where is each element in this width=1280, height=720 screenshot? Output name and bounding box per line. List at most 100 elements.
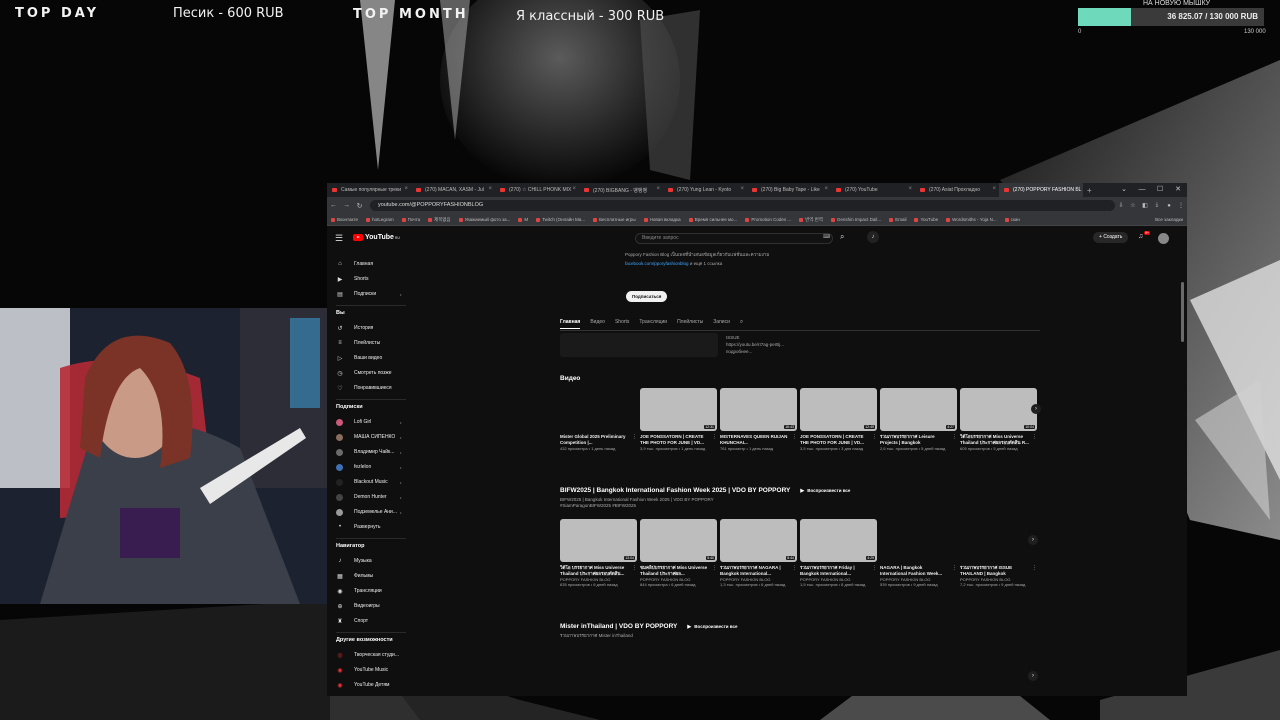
- video-title[interactable]: วิดีโอ บรรยากาศ Miss Universe Thailand ป…: [560, 565, 630, 577]
- url-input[interactable]: youtube.com/@POPPORYFASHIONBLOG: [370, 200, 1115, 211]
- video-thumbnail[interactable]: 4:29: [800, 519, 877, 562]
- video-title[interactable]: ชมคลิปบรรยากาศ Miss Universe Thailand ปร…: [640, 565, 710, 577]
- sidebar-item[interactable]: ◉ Трансляции: [336, 586, 381, 596]
- forward-icon[interactable]: →: [340, 202, 353, 209]
- video-card[interactable]: MISTER GLOBAL 2025 | PRELIMINARY | FASHI…: [800, 655, 877, 696]
- channel-tab[interactable]: Трансляции: [639, 317, 667, 329]
- video-thumbnail[interactable]: [960, 519, 1037, 562]
- back-icon[interactable]: ←: [327, 202, 340, 209]
- channel-link[interactable]: facebook.com/pporyfashionblog: [625, 261, 689, 266]
- video-menu-icon[interactable]: ⋮: [792, 434, 797, 440]
- video-menu-icon[interactable]: ⋮: [872, 434, 877, 440]
- sidebar-item[interactable]: ♜ Спорт: [336, 616, 368, 626]
- bookmark-item[interactable]: 제목없음: [424, 217, 455, 223]
- video-thumbnail[interactable]: [720, 655, 797, 696]
- sidebar-item[interactable]: ♪ Музыка: [336, 556, 372, 566]
- notifications-bell-icon[interactable]: ♫: [1138, 233, 1143, 240]
- video-thumbnail[interactable]: 12:49: [800, 388, 877, 431]
- video-thumbnail[interactable]: [960, 655, 1037, 696]
- section-title[interactable]: BIFW2025 | Bangkok International Fashion…: [560, 487, 850, 494]
- sidebar-item[interactable]: Владимир Чайк... •: [336, 447, 401, 457]
- video-title[interactable]: รวมภาพบรรยากาศ ISSUE THAILAND | Bangkok …: [960, 565, 1030, 577]
- extensions-icon[interactable]: ◧: [1139, 202, 1151, 209]
- video-card[interactable]: 10:04 วิดีโอบรรยากาศ Miss Universe Thaila…: [960, 388, 1037, 451]
- browser-tab[interactable]: (270) Big Baby Tape - Like ×: [747, 183, 831, 197]
- close-window-button[interactable]: ✕: [1169, 183, 1187, 197]
- account-avatar[interactable]: [1158, 233, 1169, 244]
- play-all-button[interactable]: ▶ Воспроизвести все: [687, 624, 737, 630]
- video-card[interactable]: 4:29 รวมภาพบรรยากาศ Friday | Bangkok Inte…: [800, 519, 877, 587]
- video-card[interactable]: MISTER GLOBAL 2025 | FINAL COMPETITION |…: [640, 655, 717, 696]
- video-menu-icon[interactable]: ⋮: [1032, 434, 1037, 440]
- video-thumbnail[interactable]: [880, 519, 957, 562]
- all-bookmarks-button[interactable]: Все закладки: [1151, 217, 1187, 222]
- bookmark-item[interactable]: YouTube: [910, 217, 942, 223]
- bookmark-item[interactable]: Почта: [398, 217, 425, 223]
- bookmark-item[interactable]: hotLegram: [362, 217, 398, 223]
- tab-close-icon[interactable]: ×: [992, 186, 996, 192]
- tab-close-icon[interactable]: ×: [740, 186, 744, 192]
- downloads-icon[interactable]: ⤓: [1151, 202, 1163, 209]
- tab-search-icon[interactable]: ⌄: [1115, 183, 1133, 197]
- microphone-icon[interactable]: ♪: [867, 231, 879, 243]
- browser-tab[interactable]: (270) ☆ CHILL PHONK MIX ×: [495, 183, 579, 197]
- sidebar-item[interactable]: ▦ Фильмы: [336, 571, 373, 581]
- search-icon[interactable]: ⌕: [840, 232, 844, 242]
- video-thumbnail[interactable]: 8:44: [720, 519, 797, 562]
- previous-video-thumbnail[interactable]: [560, 333, 718, 357]
- video-title[interactable]: วิดีโอบรรยากาศ Miss Universe Thailand ปร…: [960, 434, 1030, 446]
- hamburger-menu-icon[interactable]: ☰: [335, 233, 343, 244]
- tab-close-icon[interactable]: ×: [656, 186, 660, 192]
- video-thumbnail[interactable]: 16:43: [720, 388, 797, 431]
- youtube-logo[interactable]: YouTube RU: [353, 234, 400, 241]
- video-card[interactable]: NAGARA | Bangkok International Fashion W…: [880, 519, 957, 587]
- sidebar-item[interactable]: ◉ YouTube Music: [336, 665, 388, 675]
- new-tab-button[interactable]: +: [1083, 186, 1096, 195]
- video-thumbnail[interactable]: [880, 655, 957, 696]
- video-thumbnail[interactable]: 5:40: [640, 519, 717, 562]
- video-thumbnail[interactable]: 4:27: [880, 388, 957, 431]
- video-card[interactable]: 12:49 JOE PONSSATORN | CREATE THE PHOTO F…: [800, 388, 877, 451]
- video-thumbnail[interactable]: [800, 655, 877, 696]
- tab-close-icon[interactable]: ×: [908, 186, 912, 192]
- sidebar-subs-header[interactable]: Подписки: [336, 404, 363, 410]
- next-arrow-button[interactable]: ›: [1028, 671, 1038, 681]
- next-arrow-button[interactable]: ›: [1028, 535, 1038, 545]
- bookmark-item[interactable]: Бесплатные игры: [589, 217, 640, 223]
- browser-tab[interactable]: (270) POPPORY FASHION BL ×: [999, 183, 1083, 197]
- channel-tab[interactable]: Shorts: [615, 317, 629, 329]
- channel-tab[interactable]: Записи: [713, 317, 730, 329]
- video-card[interactable]: 8:44 รวมภาพบรรยากาศ NAGARA | Bangkok Inte…: [720, 519, 797, 587]
- video-menu-icon[interactable]: ⋮: [952, 434, 957, 440]
- video-card[interactable]: 13:04 วิดีโอ บรรยากาศ Miss Universe Thail…: [560, 519, 637, 587]
- bookmark-item[interactable]: 번역 번역: [795, 217, 827, 223]
- create-button[interactable]: + Создать: [1093, 232, 1129, 243]
- sidebar-item[interactable]: ▤ Подписки •: [336, 289, 401, 299]
- tab-close-icon[interactable]: ×: [824, 186, 828, 192]
- video-title[interactable]: รวมภาพบรรยากาศ Leisure Projects | Bangko…: [880, 434, 950, 446]
- scrollbar-thumb[interactable]: [1181, 282, 1184, 342]
- browser-tab[interactable]: Самые популярные треки ×: [327, 183, 411, 197]
- bookmark-item[interactable]: Twitch (Онлайн Ма...: [532, 217, 589, 223]
- browser-tab[interactable]: (270) BIGBANG - 뱅뱅뱅 ×: [579, 183, 663, 197]
- browser-tab[interactable]: (270) YouTube ×: [831, 183, 915, 197]
- channel-tab[interactable]: Видео: [590, 317, 605, 329]
- sidebar-item[interactable]: Подземелье Ани... •: [336, 507, 401, 517]
- video-card[interactable]: MISTER GLOBAL 2025 | BTS PHOTOSHOOT AT S…: [960, 655, 1037, 696]
- bookmark-item[interactable]: Wordsmiths - Yoja N...: [942, 217, 1000, 223]
- sidebar-item[interactable]: Demon Hunter •: [336, 492, 401, 502]
- bookmark-item[interactable]: Уважаемый фото за...: [455, 217, 515, 223]
- video-card[interactable]: Mister Global 2025 Preliminary Competiti…: [560, 388, 637, 451]
- sidebar-item[interactable]: МАША СИПЕНКО •: [336, 432, 401, 442]
- sidebar-item[interactable]: ⊕ Видеоигры: [336, 601, 379, 611]
- browser-tab[interactable]: (270) Asiat Прохладно ×: [915, 183, 999, 197]
- sidebar-item[interactable]: ◎ Творческая студи...: [336, 650, 399, 660]
- browser-tab[interactable]: (270) MACAN, XASM - Jul ×: [411, 183, 495, 197]
- bookmark-item[interactable]: Время сильнее мо...: [685, 217, 742, 223]
- previous-video-link[interactable]: https://youtu.be/rI7ag-perBj...: [726, 342, 784, 347]
- video-card[interactable]: MISTER GLOBAL 2025 | FINAL COMPETITION |…: [720, 655, 797, 696]
- video-menu-icon[interactable]: ⋮: [712, 565, 717, 571]
- bookmark-item[interactable]: Genshin Impact Dail...: [827, 217, 885, 223]
- bookmark-item[interactable]: Новая вкладка: [640, 217, 685, 223]
- video-title[interactable]: MISTERNAVES QUEEN RUIJAN KHUNCHAI...: [720, 434, 790, 446]
